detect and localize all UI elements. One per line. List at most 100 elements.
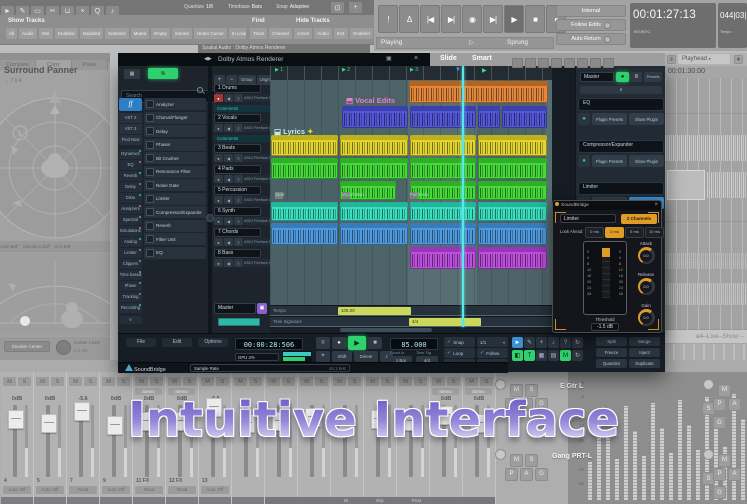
- track-io-button[interactable]: ●: [214, 124, 223, 132]
- filter-chip[interactable]: Under Cursor: [194, 28, 227, 39]
- audio-clip[interactable]: [478, 181, 547, 200]
- transport-metronome-button[interactable]: Δ: [399, 5, 419, 33]
- solo-button[interactable]: S: [84, 377, 97, 386]
- show-plugin-button[interactable]: Show Plugin: [629, 155, 664, 167]
- quantize-group[interactable]: Quantize1/8: [184, 0, 213, 15]
- target-icon[interactable]: ⊕: [667, 55, 676, 64]
- plugin-list-item[interactable]: Noise Gate: [144, 179, 206, 191]
- browser-category[interactable]: Disto: [119, 193, 142, 203]
- filter-chip[interactable]: Track: [250, 28, 267, 39]
- audio-clip[interactable]: [478, 106, 500, 128]
- track-io-button[interactable]: ●: [214, 238, 223, 246]
- filter-chip[interactable]: Inst.: [334, 28, 349, 39]
- browser-category[interactable]: Time based: [119, 270, 142, 280]
- record-dot-icon[interactable]: [495, 449, 506, 460]
- filter-chip[interactable]: Enabled: [350, 28, 373, 39]
- ruler-marker[interactable]: ▼: [455, 67, 461, 79]
- browser-category[interactable]: EQ: [119, 160, 142, 170]
- grid-view-button[interactable]: ▦: [124, 69, 140, 79]
- ff-logo-tab[interactable]: ff: [119, 98, 142, 111]
- track-io-button[interactable]: ◀: [224, 124, 233, 132]
- piano-tool-icon[interactable]: ▤: [548, 350, 559, 361]
- mute-button[interactable]: M: [432, 377, 445, 386]
- track-io-button[interactable]: ◀: [224, 154, 233, 162]
- mute-button[interactable]: M: [168, 377, 181, 386]
- cycle-tool-icon[interactable]: ↻: [572, 350, 583, 361]
- filter-chip[interactable]: Enabled: [55, 28, 78, 39]
- track-io-button[interactable]: ≡: [234, 175, 243, 183]
- solo-button[interactable]: S: [183, 377, 196, 386]
- plugin-list-item[interactable]: Limiter: [144, 193, 206, 205]
- plugin-list-item[interactable]: Phaser: [144, 139, 206, 151]
- audio-clip[interactable]: [409, 81, 548, 103]
- select-tool-icon[interactable]: ►: [512, 337, 523, 348]
- plugin-presets-button[interactable]: Plugin Presets: [592, 113, 627, 125]
- mute-button[interactable]: M: [102, 377, 115, 386]
- mute-tool-icon[interactable]: M: [560, 350, 571, 361]
- elevation-value[interactable]: 0.0°: [42, 244, 50, 249]
- add-tool-icon[interactable]: +: [536, 337, 547, 348]
- range-icon[interactable]: ⊡: [331, 2, 344, 13]
- track-name-field[interactable]: 6 Synth: [214, 207, 261, 216]
- track-name-field[interactable]: 1 Drums: [214, 84, 261, 93]
- audio-clip[interactable]: [340, 158, 408, 179]
- ruler-marker[interactable]: Full Beat▶ 3: [410, 67, 418, 79]
- filter-chip[interactable]: All: [6, 28, 17, 39]
- star-icon[interactable]: ✱: [734, 55, 743, 64]
- filter-chip[interactable]: Audio: [19, 28, 37, 39]
- master-automation-button[interactable]: ▣: [257, 303, 267, 314]
- track-name-field[interactable]: 4 Pads: [214, 165, 261, 174]
- mute-button[interactable]: M: [3, 377, 16, 386]
- limiter-plugin-window[interactable]: SoundBridge × Limiter 2 Channels Look Ah…: [552, 200, 662, 333]
- close-icon[interactable]: ×: [414, 55, 418, 62]
- knob-dial[interactable]: 0.0: [638, 278, 655, 295]
- mute-button[interactable]: M: [366, 377, 379, 386]
- search-box[interactable]: [121, 84, 207, 95]
- transport-cycle-button[interactable]: ◉: [462, 5, 482, 33]
- browser-category[interactable]: Emulations: [119, 226, 142, 236]
- audio-clip[interactable]: [478, 247, 547, 269]
- filter-chip[interactable]: Inst.: [39, 28, 54, 39]
- audio-clip[interactable]: [410, 158, 476, 179]
- solo-button[interactable]: S: [51, 377, 64, 386]
- divider-handle[interactable]: [206, 214, 214, 222]
- plugin-list-item[interactable]: Compressor/Expander: [144, 206, 206, 218]
- automation-button[interactable]: Auto: Off: [3, 486, 31, 494]
- filter-chip[interactable]: Selected: [105, 28, 129, 39]
- plugin-list-item[interactable]: Reverb: [144, 220, 206, 232]
- snap-value[interactable]: Adaptive: [290, 4, 309, 10]
- track-io-button[interactable]: ≡: [234, 124, 243, 132]
- track-name-field[interactable]: 2 Vocals: [214, 114, 261, 123]
- rack-slot-name[interactable]: Compressor/Expander: [578, 140, 664, 153]
- browser-category[interactable]: Analyzers: [119, 204, 142, 214]
- browser-side-button[interactable]: VST 2: [119, 113, 142, 123]
- browser-category[interactable]: Clippers: [119, 259, 142, 269]
- solo-button[interactable]: S: [18, 377, 31, 386]
- plugin-list-item[interactable]: Delay: [144, 125, 206, 137]
- solo-button[interactable]: S: [414, 377, 427, 386]
- bars-beats-display[interactable]: 044|03|1 Tempo: [718, 3, 747, 48]
- audio-clip[interactable]: [271, 158, 338, 179]
- track-io-button[interactable]: ●: [214, 154, 223, 162]
- presets-button[interactable]: Presets: [644, 72, 662, 82]
- audio-clip[interactable]: [410, 247, 476, 269]
- options-menu[interactable]: Options: [198, 338, 228, 347]
- panner-top-view[interactable]: L: [0, 83, 110, 241]
- snap-group[interactable]: SnapAdaptive: [276, 0, 309, 15]
- direction-value[interactable]: 0.0°: [11, 244, 19, 249]
- solo-button[interactable]: S: [315, 377, 328, 386]
- plugin-browser-button[interactable]: ≋: [148, 68, 178, 79]
- audio-clip[interactable]: [410, 202, 476, 221]
- loop-tool-icon[interactable]: ◧: [512, 350, 523, 361]
- look-ahead-button[interactable]: 5 ms: [625, 227, 644, 238]
- mode-icons[interactable]: [510, 55, 614, 73]
- tempo-lane[interactable]: Tempo 105.00: [270, 305, 552, 315]
- filter-chip[interactable]: Audio: [314, 28, 332, 39]
- timebase-value[interactable]: Bars: [252, 4, 262, 10]
- tempo-event[interactable]: 105.00: [338, 307, 411, 315]
- punch-button[interactable]: ⌖: [316, 351, 330, 362]
- auto-button[interactable]: A: [520, 468, 533, 481]
- mic-button[interactable]: ⌾: [316, 337, 330, 349]
- audio-clip[interactable]: [342, 106, 408, 128]
- threshold-value[interactable]: -1.5 dB: [591, 323, 619, 331]
